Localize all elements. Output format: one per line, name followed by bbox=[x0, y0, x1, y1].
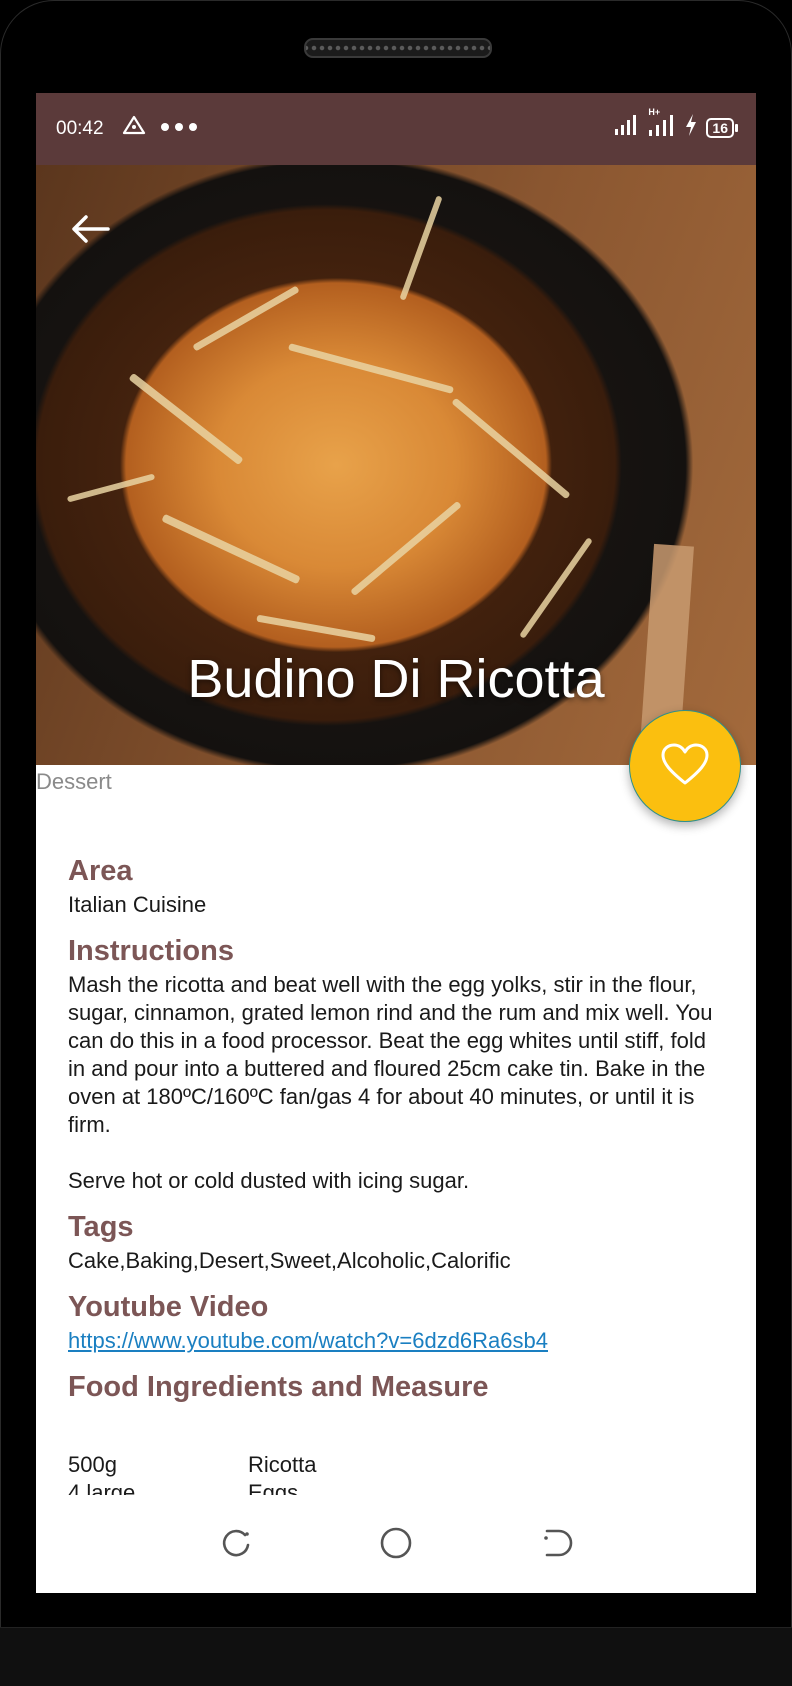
ingredient-name: Eggs bbox=[248, 1480, 299, 1495]
home-button[interactable] bbox=[373, 1523, 419, 1569]
instructions-text: Mash the ricotta and beat well with the … bbox=[68, 972, 713, 1193]
signal-h-plus-icon: H+ bbox=[648, 107, 676, 142]
home-icon bbox=[379, 1526, 413, 1565]
ingredients-list: 500g Ricotta 4 large Eggs bbox=[68, 1451, 728, 1495]
app-screen: 00:42 H+ 16 Budino Di Ricotta Dessert Ar… bbox=[36, 93, 756, 1593]
status-left-icons bbox=[122, 115, 198, 140]
back-button[interactable] bbox=[66, 207, 114, 255]
phone-frame: 00:42 H+ 16 Budino Di Ricotta Dessert Ar… bbox=[0, 0, 792, 1686]
network-type-label: H+ bbox=[648, 107, 661, 117]
recents-button[interactable] bbox=[213, 1523, 259, 1569]
status-time: 00:42 bbox=[56, 118, 104, 139]
ingredient-row: 500g Ricotta bbox=[68, 1451, 728, 1479]
favorite-button[interactable] bbox=[629, 710, 741, 822]
tags-value: Cake,Baking,Desert,Sweet,Alcoholic,Calor… bbox=[68, 1248, 511, 1273]
back-nav-icon bbox=[539, 1526, 573, 1565]
ingredients-heading: Food Ingredients and Measure bbox=[68, 1371, 489, 1403]
phone-bottom-bezel bbox=[0, 1627, 792, 1686]
youtube-link[interactable]: https://www.youtube.com/watch?v=6dzd6Ra6… bbox=[68, 1328, 548, 1353]
youtube-heading: Youtube Video bbox=[68, 1291, 269, 1323]
area-value: Italian Cuisine bbox=[68, 892, 207, 917]
charging-icon bbox=[684, 113, 698, 142]
battery-icon: 16 bbox=[706, 117, 738, 138]
back-nav-button[interactable] bbox=[533, 1523, 579, 1569]
recipe-category: Dessert bbox=[36, 769, 112, 794]
recipe-title: Budino Di Ricotta bbox=[187, 649, 605, 709]
battery-level: 16 bbox=[706, 117, 734, 138]
earpiece-speaker bbox=[304, 38, 492, 58]
delta-icon bbox=[122, 115, 146, 140]
heart-icon bbox=[660, 742, 710, 791]
system-nav-bar bbox=[36, 1498, 756, 1593]
status-bar: 00:42 H+ 16 bbox=[36, 93, 756, 165]
ingredient-measure: 500g bbox=[68, 1452, 117, 1477]
arrow-left-icon bbox=[70, 214, 110, 249]
instructions-heading: Instructions bbox=[68, 935, 234, 967]
status-right-icons: H+ 16 bbox=[614, 107, 738, 142]
ingredient-row: 4 large Eggs bbox=[68, 1479, 728, 1495]
ingredient-name: Ricotta bbox=[248, 1452, 317, 1477]
recents-icon bbox=[219, 1526, 253, 1565]
area-heading: Area bbox=[68, 855, 133, 887]
signal-icon bbox=[614, 114, 640, 141]
tags-heading: Tags bbox=[68, 1211, 134, 1243]
recipe-details: Area Italian Cuisine Instructions Mash t… bbox=[68, 853, 728, 1405]
more-dots-icon bbox=[160, 119, 198, 137]
ingredient-measure: 4 large bbox=[68, 1480, 136, 1495]
